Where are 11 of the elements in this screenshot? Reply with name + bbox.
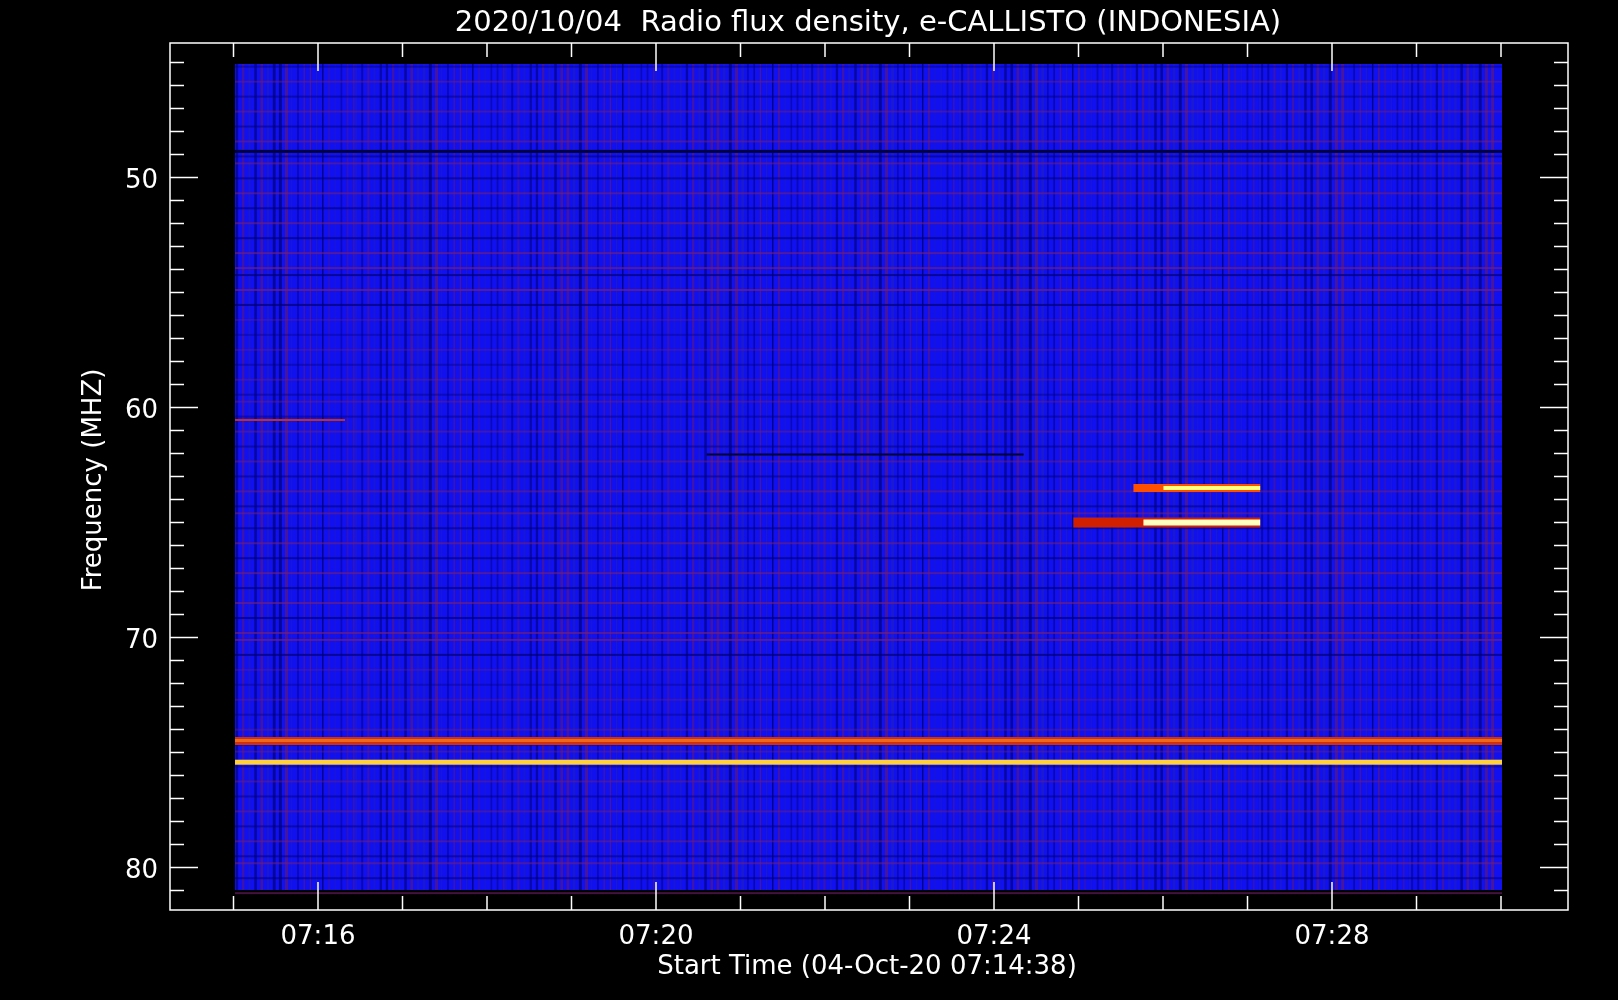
y-tick-label: 50	[124, 163, 158, 194]
x-axis-label: Start Time (04-Oct-20 07:14:38)	[657, 950, 1077, 980]
x-tick-label: 07:28	[1294, 920, 1370, 950]
x-tick-label: 07:16	[280, 920, 356, 950]
y-tick-label: 60	[124, 393, 158, 424]
x-tick-label: 07:24	[956, 920, 1032, 950]
y-tick-label: 70	[124, 623, 158, 654]
y-tick-label: 80	[124, 853, 158, 884]
chart-title: 2020/10/04 Radio flux density, e-CALLISTO (INDONESIA)	[454, 4, 1282, 38]
x-tick-label: 07:20	[618, 920, 694, 950]
y-axis-label: Frequency (MHZ)	[77, 368, 107, 592]
